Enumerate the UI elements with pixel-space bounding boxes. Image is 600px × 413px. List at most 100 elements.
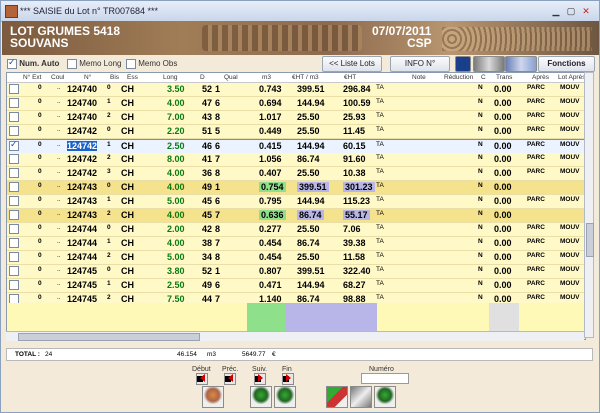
table-row[interactable]: 0.. 124744 1 CH 4.00 38 7 0.454 86.74 39.38 TA N 0.0… — [7, 237, 585, 251]
long-cell[interactable]: 4.00 — [167, 238, 185, 248]
c-cell[interactable]: N — [478, 141, 483, 148]
c-cell[interactable]: N — [478, 98, 483, 105]
qual-cell[interactable]: 7 — [215, 154, 220, 164]
c-cell[interactable]: N — [478, 252, 483, 259]
print-icon[interactable] — [505, 56, 537, 72]
ht-cell[interactable]: 7.06 — [343, 224, 361, 234]
num-cell[interactable]: 124742 — [67, 154, 97, 164]
m3-cell[interactable]: 0.407 — [259, 168, 282, 178]
table-row[interactable]: 0.. 124743 0 CH 4.00 49 1 0.754 399.51 301.23 TA N 0… — [7, 181, 585, 195]
trans-cell[interactable]: 0.00 — [494, 154, 512, 164]
ess-cell[interactable]: CH — [121, 98, 134, 108]
ta-cell[interactable]: TA — [376, 168, 384, 175]
ht-cell[interactable]: 100.59 — [343, 98, 371, 108]
ta-cell[interactable]: TA — [376, 196, 384, 203]
apres-cell[interactable]: PARC — [527, 266, 545, 273]
n-ext-cell[interactable]: 0 — [38, 294, 42, 301]
d-cell[interactable]: 45 — [202, 196, 212, 206]
col-reduction[interactable]: Réduction — [444, 74, 473, 81]
num-auto-option[interactable]: Num. Auto — [7, 57, 59, 69]
bis-cell[interactable]: 1 — [107, 141, 111, 148]
trans-cell[interactable]: 0.00 — [494, 126, 512, 136]
n-ext-cell[interactable]: 0 — [38, 84, 42, 91]
n-ext-cell[interactable]: 0 — [38, 154, 42, 161]
coul-cell[interactable]: .. — [57, 112, 61, 119]
ht-cell[interactable]: 55.17 — [343, 210, 370, 220]
row-checkbox[interactable] — [9, 280, 19, 290]
d-cell[interactable]: 46 — [202, 141, 212, 151]
bis-cell[interactable]: 1 — [107, 196, 111, 203]
apres-cell[interactable]: PARC — [527, 294, 545, 301]
table-row[interactable]: 0.. 124742 0 CH 2.20 51 5 0.449 25.50 11.45 TA N 0.0… — [7, 125, 585, 139]
ta-cell[interactable]: TA — [376, 182, 384, 189]
apres-cell[interactable]: PARC — [527, 84, 545, 91]
trans-cell[interactable]: 0.00 — [494, 112, 512, 122]
lot-apres-cell[interactable]: MOUV — [560, 154, 580, 161]
qual-cell[interactable]: 7 — [215, 210, 220, 220]
m3-cell[interactable]: 0.449 — [259, 126, 282, 136]
bis-cell[interactable]: 1 — [107, 98, 111, 105]
col-num[interactable]: N° — [84, 74, 91, 81]
col-coul[interactable]: Coul — [51, 74, 64, 81]
ppm-cell[interactable]: 25.50 — [297, 168, 320, 178]
c-cell[interactable]: N — [478, 210, 483, 217]
ess-cell[interactable]: CH — [121, 266, 134, 276]
num-cell[interactable]: 124745 — [67, 266, 97, 276]
ht-cell[interactable]: 296.84 — [343, 84, 371, 94]
ta-cell[interactable]: TA — [376, 252, 384, 259]
long-cell[interactable]: 7.00 — [167, 112, 185, 122]
n-ext-cell[interactable]: 0 — [38, 141, 42, 148]
trans-cell[interactable]: 0.00 — [494, 168, 512, 178]
num-cell[interactable]: 124742 — [67, 141, 98, 151]
num-cell[interactable]: 124744 — [67, 224, 97, 234]
coul-cell[interactable]: .. — [57, 126, 61, 133]
lot-apres-cell[interactable]: MOUV — [560, 84, 580, 91]
col-trans[interactable]: Trans — [496, 74, 512, 81]
col-apres[interactable]: Après — [532, 74, 549, 81]
close-icon[interactable]: ✕ — [579, 5, 593, 17]
col-c[interactable]: C — [481, 74, 486, 81]
col-long[interactable]: Long — [163, 74, 177, 81]
qual-cell[interactable]: 1 — [215, 84, 220, 94]
tree-add-button[interactable] — [250, 386, 272, 408]
coul-cell[interactable]: .. — [57, 294, 61, 301]
ppm-cell[interactable]: 399.51 — [297, 182, 329, 192]
coul-cell[interactable]: .. — [57, 266, 61, 273]
table-row[interactable]: 0.. 124742 3 CH 4.00 36 8 0.407 25.50 10.38 TA N 0.0… — [7, 167, 585, 181]
ppm-cell[interactable]: 144.94 — [297, 196, 325, 206]
liste-lots-button[interactable]: << Liste Lots — [322, 56, 382, 72]
memo-long-checkbox[interactable] — [67, 59, 77, 69]
num-cell[interactable]: 124745 — [67, 280, 97, 290]
d-cell[interactable]: 52 — [202, 266, 212, 276]
trans-cell[interactable]: 0.00 — [494, 141, 512, 151]
long-cell[interactable]: 5.00 — [167, 252, 185, 262]
qual-cell[interactable]: 1 — [215, 266, 220, 276]
ess-cell[interactable]: CH — [121, 280, 134, 290]
col-d[interactable]: D — [200, 74, 205, 81]
n-ext-cell[interactable]: 0 — [38, 112, 42, 119]
row-checkbox[interactable] — [9, 84, 19, 94]
copy-button[interactable] — [350, 386, 372, 408]
n-ext-cell[interactable]: 0 — [38, 182, 42, 189]
m3-cell[interactable]: 0.636 — [259, 210, 286, 220]
row-checkbox[interactable] — [9, 210, 19, 220]
ppm-cell[interactable]: 25.50 — [297, 224, 320, 234]
col-ht-m3[interactable]: €HT / m3 — [292, 74, 319, 81]
col-ess[interactable]: Ess — [127, 74, 138, 81]
num-cell[interactable]: 124744 — [67, 238, 97, 248]
d-cell[interactable]: 45 — [202, 210, 212, 220]
num-cell[interactable]: 124744 — [67, 252, 97, 262]
ht-cell[interactable]: 11.58 — [343, 252, 365, 262]
apres-cell[interactable]: PARC — [527, 168, 545, 175]
qual-cell[interactable]: 6 — [215, 280, 220, 290]
d-cell[interactable]: 49 — [202, 280, 212, 290]
lot-apres-cell[interactable]: MOUV — [560, 266, 580, 273]
num-cell[interactable]: 124740 — [67, 112, 97, 122]
ess-cell[interactable]: CH — [121, 126, 134, 136]
col-m3[interactable]: m3 — [262, 74, 271, 81]
long-cell[interactable]: 4.00 — [167, 182, 185, 192]
ppm-cell[interactable]: 144.94 — [297, 98, 325, 108]
n-ext-cell[interactable]: 0 — [38, 238, 42, 245]
ht-cell[interactable]: 10.38 — [343, 168, 366, 178]
ht-cell[interactable]: 68.27 — [343, 280, 366, 290]
